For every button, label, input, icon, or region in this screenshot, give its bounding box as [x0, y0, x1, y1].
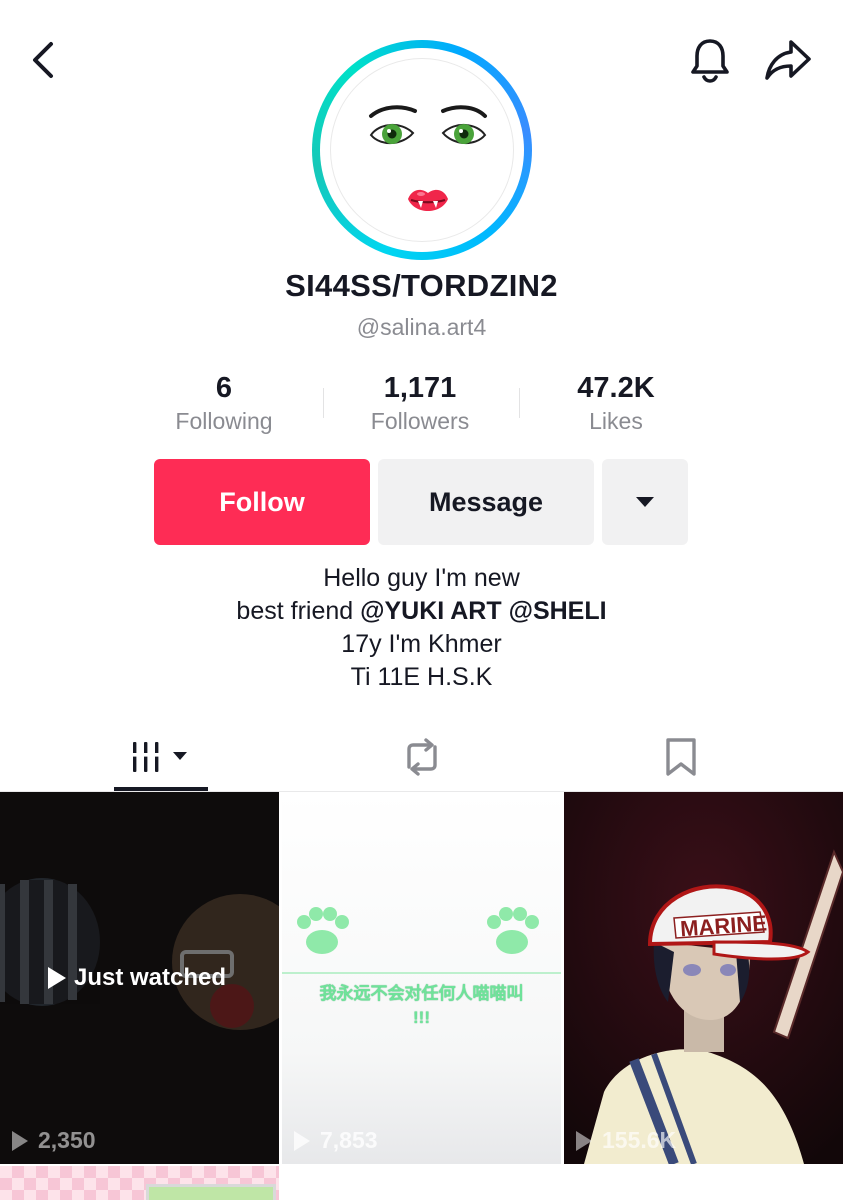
thumbnail-image	[146, 1184, 276, 1200]
stat-followers[interactable]: 1,171 Followers	[322, 370, 518, 440]
username-handle: @salina.art4	[356, 314, 487, 340]
mention-link[interactable]: @YUKI ART	[360, 597, 502, 625]
profile-bio: Hello guy I'm new best friend @YUKI ART …	[0, 562, 843, 694]
view-count-value: 155.6K	[602, 1127, 677, 1153]
play-icon	[294, 1130, 310, 1151]
stat-value: 1,171	[383, 372, 457, 404]
tab-videos[interactable]	[114, 722, 208, 792]
avatar[interactable]	[312, 40, 532, 260]
content-tabs	[0, 722, 843, 792]
stat-value: 47.2K	[577, 372, 655, 404]
thumbnail-image	[282, 792, 561, 1164]
thumbnail-image: MARINE	[564, 792, 843, 1164]
bio-line: Ti 11E H.S.K	[350, 663, 493, 691]
caret-down-icon	[636, 497, 654, 507]
stat-label: Followers	[370, 408, 470, 434]
video-thumbnail[interactable]: 我永远不会对任何人喵喵叫 !!! 7,853	[282, 792, 561, 1164]
stat-label: Following	[175, 408, 273, 434]
stat-divider	[323, 388, 324, 418]
video-grid: Just watched 2,350 我永远不会对任何人喵喵叫 !!! 7,85…	[0, 792, 843, 1200]
bio-line: Hello guy I'm new	[323, 564, 520, 592]
video-thumbnail[interactable]: MARINE 155.6K	[564, 792, 843, 1164]
bio-text: best friend	[236, 597, 361, 625]
tab-saved[interactable]	[634, 722, 728, 792]
tab-reposts[interactable]	[375, 722, 469, 792]
back-button[interactable]	[22, 38, 66, 82]
view-count: 2,350	[12, 1127, 96, 1154]
play-icon	[48, 967, 66, 989]
caption-line: 我永远不会对任何人喵喵叫	[319, 984, 524, 1003]
profile-stats: 6 Following 1,171 Followers 47.2K Likes	[126, 370, 716, 440]
video-thumbnail[interactable]: Just watched 2,350	[0, 792, 279, 1164]
view-count-value: 2,350	[38, 1127, 96, 1153]
view-count-value: 7,853	[320, 1127, 378, 1153]
repost-icon	[407, 738, 437, 776]
chevron-left-icon	[33, 42, 53, 78]
grid-columns-icon	[131, 742, 187, 772]
stat-divider	[519, 388, 520, 418]
play-icon	[12, 1130, 28, 1151]
just-watched-label: Just watched	[74, 964, 227, 991]
bookmark-icon	[666, 738, 696, 776]
view-count: 7,853	[294, 1127, 378, 1154]
message-button[interactable]: Message	[378, 459, 594, 545]
display-name: SI44SS/TORDZIN2	[285, 268, 558, 303]
bell-icon	[691, 39, 729, 83]
video-thumbnail[interactable]	[0, 1166, 279, 1200]
notifications-button[interactable]	[686, 36, 734, 84]
stat-following[interactable]: 6 Following	[126, 370, 322, 440]
share-arrow-icon	[765, 40, 811, 80]
cartoon-face-avatar	[330, 58, 514, 242]
more-options-button[interactable]	[602, 459, 688, 545]
just-watched-badge: Just watched	[48, 964, 226, 992]
caption-line: !!!	[413, 1008, 430, 1027]
share-button[interactable]	[762, 36, 814, 84]
follow-button[interactable]: Follow	[154, 459, 370, 545]
caption-divider	[282, 972, 561, 974]
play-icon	[576, 1130, 592, 1151]
stat-label: Likes	[589, 408, 643, 434]
stat-value: 6	[215, 372, 233, 404]
mention-link[interactable]: @SHELI	[509, 597, 607, 625]
bio-line: 17y I'm Khmer	[341, 630, 502, 658]
stat-likes[interactable]: 47.2K Likes	[518, 370, 714, 440]
bio-line: best friend @YUKI ART @SHELI	[0, 595, 843, 628]
video-caption: 我永远不会对任何人喵喵叫 !!!	[282, 982, 561, 1030]
view-count: 155.6K	[576, 1127, 676, 1154]
